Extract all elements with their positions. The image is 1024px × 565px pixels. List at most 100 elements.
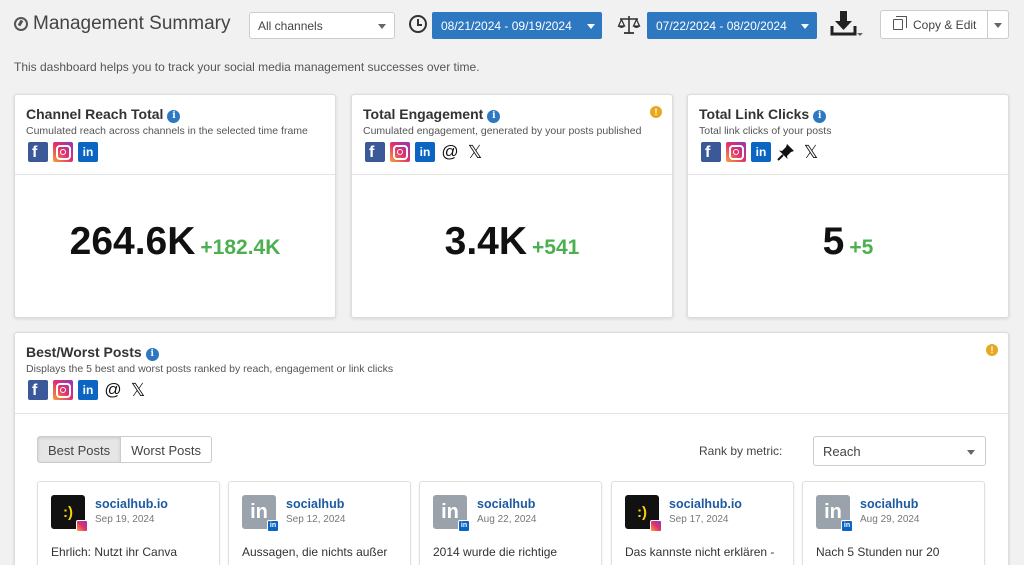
card-divider (15, 174, 335, 175)
post-account[interactable]: socialhub.io (95, 497, 168, 511)
post-account[interactable]: socialhub (477, 497, 535, 511)
linkedin-avatar: in in (433, 495, 470, 532)
card-title: Total Engagement i (363, 106, 501, 123)
channel-icons: f in @ 𝕏 (365, 142, 485, 162)
linkedin-icon: in (78, 142, 98, 162)
chevron-down-icon (587, 24, 595, 29)
post-account[interactable]: socialhub.io (669, 497, 742, 511)
copy-icon (893, 16, 907, 30)
warning-icon[interactable]: ! (650, 106, 662, 118)
socialhub-avatar: :) (51, 495, 88, 532)
post-date: Sep 17, 2024 (669, 514, 729, 525)
card-description: Cumulated reach across channels in the s… (26, 125, 308, 137)
chevron-down-icon (994, 23, 1002, 28)
channel-icons: f in @ 𝕏 (28, 380, 148, 400)
download-icon[interactable] (829, 10, 863, 38)
tab-worst-posts[interactable]: Worst Posts (121, 436, 212, 463)
rank-by-label: Rank by metric: (699, 444, 783, 458)
channel-select-value: All channels (258, 19, 323, 33)
post-date: Aug 22, 2024 (477, 514, 537, 525)
post-text: 2014 wurde die richtige (433, 545, 558, 559)
linkedin-avatar: in in (816, 495, 853, 532)
linkedin-icon: in (841, 520, 853, 532)
instagram-icon (76, 520, 88, 532)
info-icon[interactable]: i (813, 110, 827, 123)
post-account[interactable]: socialhub (286, 497, 344, 511)
post-text: Ehrlich: Nutzt ihr Canva (51, 545, 178, 559)
post-date: Sep 12, 2024 (286, 514, 346, 525)
card-channel-reach: Channel Reach Total i Cumulated reach acr… (14, 94, 336, 318)
instagram-icon (53, 142, 73, 162)
avatar-glyph: in (824, 500, 842, 523)
x-icon: 𝕏 (465, 142, 485, 162)
post-card[interactable]: in in socialhub Aug 29, 2024 Nach 5 Stund… (802, 481, 985, 565)
metric-value: 3.4K (444, 220, 528, 263)
post-text: Das kannste nicht erklären - (625, 545, 775, 559)
card-divider (15, 413, 1008, 414)
copy-edit-dropdown-toggle[interactable] (987, 10, 1009, 39)
compare-date-range-picker[interactable]: 07/22/2024 - 08/20/2024 (647, 12, 817, 39)
post-card[interactable]: in in socialhub Aug 22, 2024 2014 wurde d… (419, 481, 602, 565)
x-icon: 𝕏 (128, 380, 148, 400)
card-description: Total link clicks of your posts (699, 125, 832, 137)
tab-best-posts[interactable]: Best Posts (37, 436, 122, 463)
facebook-icon: f (701, 142, 721, 162)
post-card[interactable]: :) socialhub.io Sep 19, 2024 Ehrlich: Nu… (37, 481, 220, 565)
card-divider (352, 174, 672, 175)
threads-icon: @ (103, 380, 123, 400)
instagram-icon (53, 380, 73, 400)
metric: 5 +5 (688, 220, 1008, 264)
x-icon: 𝕏 (801, 142, 821, 162)
metric-value: 5 (822, 220, 845, 263)
linkedin-icon: in (415, 142, 435, 162)
date-range-label: 08/21/2024 - 09/19/2024 (441, 19, 572, 33)
date-range-picker[interactable]: 08/21/2024 - 09/19/2024 (432, 12, 602, 39)
metric-delta: +182.4K (200, 236, 281, 259)
metric: 3.4K +541 (352, 220, 672, 264)
card-description: Cumulated engagement, generated by your … (363, 125, 642, 137)
card-title-text: Total Engagement (363, 106, 484, 122)
dashboard-icon (14, 17, 28, 31)
post-account[interactable]: socialhub (860, 497, 918, 511)
post-card[interactable]: in in socialhub Sep 12, 2024 Aussagen, di… (228, 481, 411, 565)
card-total-link-clicks: Total Link Clicks i Total link clicks of … (687, 94, 1009, 318)
threads-icon: @ (440, 142, 460, 162)
warning-icon[interactable]: ! (986, 344, 998, 356)
post-text: Nach 5 Stunden nur 20 (816, 545, 940, 559)
channel-icons: f in (28, 142, 98, 162)
info-icon[interactable]: i (487, 110, 501, 123)
page-title: Management Summary (33, 13, 231, 34)
card-title: Best/Worst Posts i (26, 344, 159, 361)
socialhub-avatar: :) (625, 495, 662, 532)
linkedin-icon: in (267, 520, 279, 532)
instagram-icon (726, 142, 746, 162)
chevron-down-icon (967, 450, 975, 455)
channel-select[interactable]: All channels (249, 12, 395, 39)
pin-icon (776, 142, 796, 162)
instagram-icon (390, 142, 410, 162)
linkedin-icon: in (458, 520, 470, 532)
card-divider (688, 174, 1008, 175)
card-description: Displays the 5 best and worst posts rank… (26, 363, 394, 375)
channel-icons: f in 𝕏 (701, 142, 821, 162)
compare-scale-icon (617, 16, 641, 34)
card-title: Total Link Clicks i (699, 106, 827, 123)
chevron-down-icon (801, 24, 809, 29)
metric: 264.6K +182.4K (15, 220, 335, 264)
clock-icon (409, 15, 427, 33)
card-title: Channel Reach Total i (26, 106, 181, 123)
avatar-glyph: in (441, 500, 459, 523)
instagram-icon (650, 520, 662, 532)
card-title-text: Total Link Clicks (699, 106, 810, 122)
rank-metric-select[interactable]: Reach (813, 436, 986, 466)
copy-edit-button[interactable]: Copy & Edit (880, 10, 988, 39)
post-card[interactable]: :) socialhub.io Sep 17, 2024 Das kannste… (611, 481, 794, 565)
post-text: Aussagen, die nichts außer (242, 545, 388, 559)
facebook-icon: f (365, 142, 385, 162)
info-icon[interactable]: i (167, 110, 181, 123)
info-icon[interactable]: i (145, 348, 159, 361)
chevron-down-icon (378, 24, 386, 29)
compare-date-range-label: 07/22/2024 - 08/20/2024 (656, 19, 787, 33)
post-date: Sep 19, 2024 (95, 514, 155, 525)
metric-delta: +5 (849, 236, 874, 259)
